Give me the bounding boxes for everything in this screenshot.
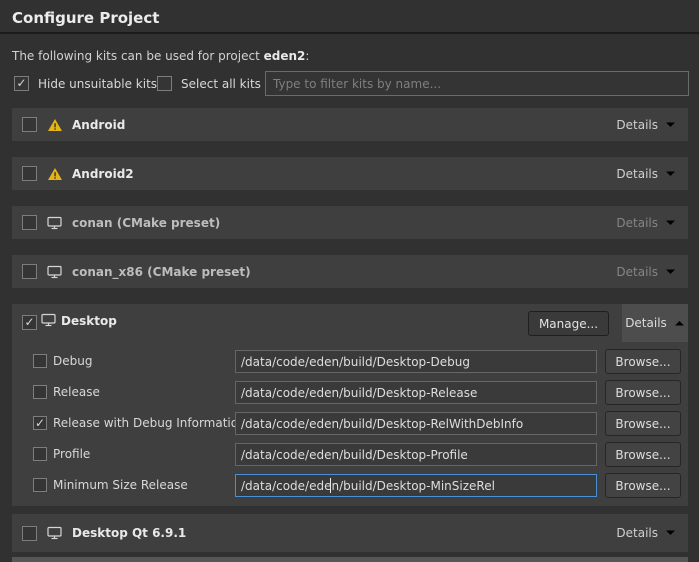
- chevron-up-icon: [674, 319, 685, 327]
- build-dir-input-debug[interactable]: [235, 350, 597, 373]
- build-config-label: Profile: [53, 447, 90, 461]
- details-button[interactable]: Details: [622, 304, 688, 342]
- build-dir-input-relwithdebinfo[interactable]: [235, 412, 597, 435]
- page-title: Configure Project: [12, 9, 159, 27]
- kit-checkbox[interactable]: [22, 117, 37, 132]
- kit-checkbox[interactable]: [22, 526, 37, 541]
- kit-name: Desktop: [61, 314, 117, 328]
- details-label: Details: [616, 167, 658, 181]
- chevron-down-icon: [665, 268, 676, 276]
- browse-button[interactable]: Browse...: [605, 442, 681, 467]
- kit-name: conan_x86 (CMake preset): [72, 265, 251, 279]
- kit-row-conan[interactable]: conan (CMake preset) Details: [12, 206, 688, 239]
- details-label: Details: [616, 265, 658, 279]
- browse-button[interactable]: Browse...: [605, 411, 681, 436]
- select-all-kits-option[interactable]: Select all kits: [157, 76, 261, 91]
- configure-project-page: Configure Project The following kits can…: [0, 0, 699, 562]
- details-label: Details: [616, 216, 658, 230]
- title-divider: [0, 32, 699, 34]
- chevron-down-icon: [665, 219, 676, 227]
- details-button[interactable]: Details: [616, 526, 676, 540]
- build-config-label: Release with Debug Information: [53, 416, 246, 430]
- build-config-label: Release: [53, 385, 100, 399]
- browse-button[interactable]: Browse...: [605, 349, 681, 374]
- browse-button[interactable]: Browse...: [605, 380, 681, 405]
- details-label: Details: [616, 118, 658, 132]
- select-all-label: Select all kits: [181, 77, 261, 91]
- warning-icon: [46, 118, 63, 132]
- details-button: Details: [616, 216, 676, 230]
- chevron-down-icon: [665, 121, 676, 129]
- chevron-down-icon: [665, 529, 676, 537]
- hide-unsuitable-checkbox[interactable]: [14, 76, 29, 91]
- kit-checkbox[interactable]: [22, 315, 37, 330]
- build-config-label: Debug: [53, 354, 92, 368]
- chevron-down-icon: [665, 170, 676, 178]
- build-dir-input-profile[interactable]: [235, 443, 597, 466]
- kit-name: conan (CMake preset): [72, 216, 220, 230]
- kit-section-desktop: Desktop Manage... Details Debug Browse..…: [12, 304, 688, 506]
- project-name: eden2: [264, 49, 306, 63]
- build-config-checkbox-debug[interactable]: [33, 354, 47, 368]
- build-config-checkbox-profile[interactable]: [33, 447, 47, 461]
- kit-row-conan-x86[interactable]: conan_x86 (CMake preset) Details: [12, 255, 688, 288]
- build-config-checkbox-relwithdebinfo[interactable]: [33, 416, 47, 430]
- browse-button[interactable]: Browse...: [605, 473, 681, 498]
- intro-suffix: :: [305, 49, 309, 63]
- desktop-icon: [46, 526, 63, 540]
- kit-filter-input[interactable]: [265, 71, 689, 96]
- intro-text: The following kits can be used for proje…: [12, 49, 309, 63]
- kit-checkbox[interactable]: [22, 264, 37, 279]
- build-config-label: Minimum Size Release: [53, 478, 188, 492]
- desktop-icon: [41, 313, 56, 330]
- hide-unsuitable-kits-option[interactable]: Hide unsuitable kits: [14, 76, 157, 91]
- kit-name: Android2: [72, 167, 134, 181]
- kit-row-android2[interactable]: Android2 Details: [12, 157, 688, 190]
- kit-name: Android: [72, 118, 125, 132]
- details-button[interactable]: Details: [616, 167, 676, 181]
- build-config-checkbox-minsizerel[interactable]: [33, 478, 47, 492]
- kit-row-android[interactable]: Android Details: [12, 108, 688, 141]
- text-cursor: [330, 478, 331, 493]
- warning-icon: [46, 167, 63, 181]
- build-config-checkbox-release[interactable]: [33, 385, 47, 399]
- details-button: Details: [616, 265, 676, 279]
- hide-unsuitable-label: Hide unsuitable kits: [38, 77, 157, 91]
- details-button[interactable]: Details: [616, 118, 676, 132]
- details-label: Details: [625, 316, 667, 330]
- build-dir-input-minsizerel[interactable]: [235, 474, 597, 497]
- kit-checkbox[interactable]: [22, 166, 37, 181]
- kit-name: Desktop Qt 6.9.1: [72, 526, 186, 540]
- desktop-icon: [46, 216, 63, 230]
- partial-next-row: [12, 557, 688, 562]
- select-all-checkbox[interactable]: [157, 76, 172, 91]
- intro-prefix: The following kits can be used for proje…: [12, 49, 264, 63]
- manage-button[interactable]: Manage...: [528, 311, 609, 336]
- desktop-icon: [46, 265, 63, 279]
- kit-row-desktop-qt-691[interactable]: Desktop Qt 6.9.1 Details: [12, 514, 688, 552]
- build-dir-input-release[interactable]: [235, 381, 597, 404]
- kit-checkbox[interactable]: [22, 215, 37, 230]
- details-label: Details: [616, 526, 658, 540]
